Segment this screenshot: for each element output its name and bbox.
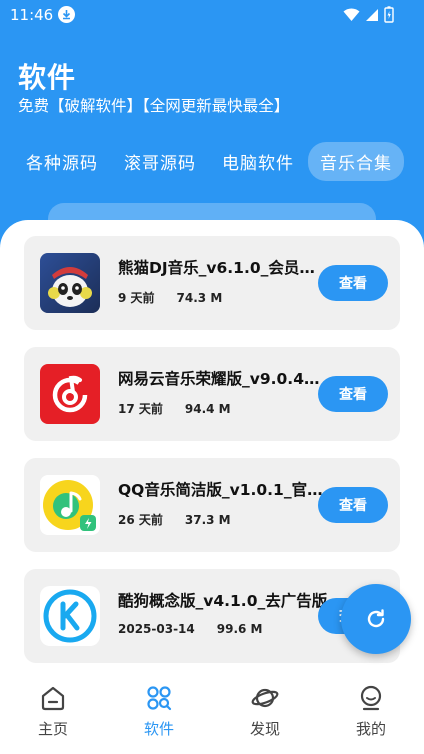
- item-size: 99.6 M: [216, 622, 263, 636]
- nav-discover-label: 发现: [249, 720, 280, 738]
- tab-source-code[interactable]: 各种源码: [14, 142, 110, 181]
- nav-home[interactable]: 主页: [0, 666, 106, 754]
- apps-icon: [147, 686, 172, 711]
- item-meta: 17 天前 94.4 M: [118, 400, 231, 417]
- item-date: 17 天前: [118, 402, 163, 416]
- item-size: 74.3 M: [176, 291, 223, 305]
- nav-home-label: 主页: [37, 720, 68, 738]
- view-button[interactable]: 查看: [318, 487, 388, 523]
- item-date: 26 天前: [118, 513, 163, 527]
- tab-gunge-source[interactable]: 滚哥源码: [112, 142, 208, 181]
- tab-pc-software[interactable]: 电脑软件: [210, 142, 306, 181]
- item-size: 37.3 M: [184, 513, 231, 527]
- refresh-icon: [367, 609, 385, 628]
- list-item[interactable]: 网易云音乐荣耀版_v9.0.40_去广告版 17 天前 94.4 M 查看: [24, 347, 400, 441]
- planet-icon: [251, 688, 279, 708]
- item-size: 94.4 M: [184, 402, 231, 416]
- item-meta: 9 天前 74.3 M: [118, 289, 222, 306]
- nav-discover[interactable]: 发现: [212, 666, 318, 754]
- item-meta: 2025-03-14 99.6 M: [118, 622, 263, 636]
- bottom-navigation: 主页 软件 发现 我的: [0, 666, 424, 754]
- page-header: 软件 免费【破解软件】【全网更新最快最全】 各种源码 滚哥源码 电脑软件 音乐合…: [0, 30, 424, 230]
- item-meta: 26 天前 37.3 M: [118, 511, 231, 528]
- view-button[interactable]: 查看: [318, 376, 388, 412]
- nav-software-label: 软件: [143, 720, 174, 738]
- profile-icon: [360, 685, 382, 711]
- refresh-button[interactable]: [341, 584, 411, 654]
- item-name: 网易云音乐荣耀版_v9.0.40_去广告版: [118, 370, 328, 388]
- panda-dj-app-icon: [40, 253, 100, 313]
- system-icons: [343, 6, 394, 23]
- page-subtitle: 免费【破解软件】【全网更新最快最全】: [18, 97, 290, 115]
- signal-icon: [366, 8, 378, 21]
- tab-music-collection[interactable]: 音乐合集: [308, 142, 404, 181]
- qq-music-app-icon: [40, 475, 100, 535]
- item-name: QQ音乐简洁版_v1.0.1_官方版: [118, 481, 328, 499]
- page-title: 软件: [18, 61, 77, 94]
- view-button[interactable]: 查看: [318, 265, 388, 301]
- kugou-app-icon: [40, 586, 100, 646]
- item-name: 熊猫DJ音乐_v6.1.0_会员解锁版: [118, 259, 328, 277]
- category-tabs: 各种源码 滚哥源码 电脑软件 音乐合集: [14, 142, 406, 181]
- wifi-icon: [343, 8, 360, 21]
- home-icon: [41, 686, 65, 711]
- nav-mine[interactable]: 我的: [318, 666, 424, 754]
- item-date: 9 天前: [118, 291, 155, 305]
- list-item[interactable]: 熊猫DJ音乐_v6.1.0_会员解锁版 9 天前 74.3 M 查看: [24, 236, 400, 330]
- status-bar: 11:46: [0, 0, 424, 30]
- status-time: 11:46: [10, 6, 54, 24]
- nav-software[interactable]: 软件: [106, 666, 212, 754]
- list-item[interactable]: QQ音乐简洁版_v1.0.1_官方版 26 天前 37.3 M 查看: [24, 458, 400, 552]
- download-notification-icon: [58, 6, 75, 23]
- netease-music-app-icon: [40, 364, 100, 424]
- item-date: 2025-03-14: [118, 622, 195, 636]
- nav-mine-label: 我的: [355, 720, 386, 738]
- item-name: 酷狗概念版_v4.1.0_去广告版: [118, 592, 328, 610]
- battery-icon: [384, 6, 394, 23]
